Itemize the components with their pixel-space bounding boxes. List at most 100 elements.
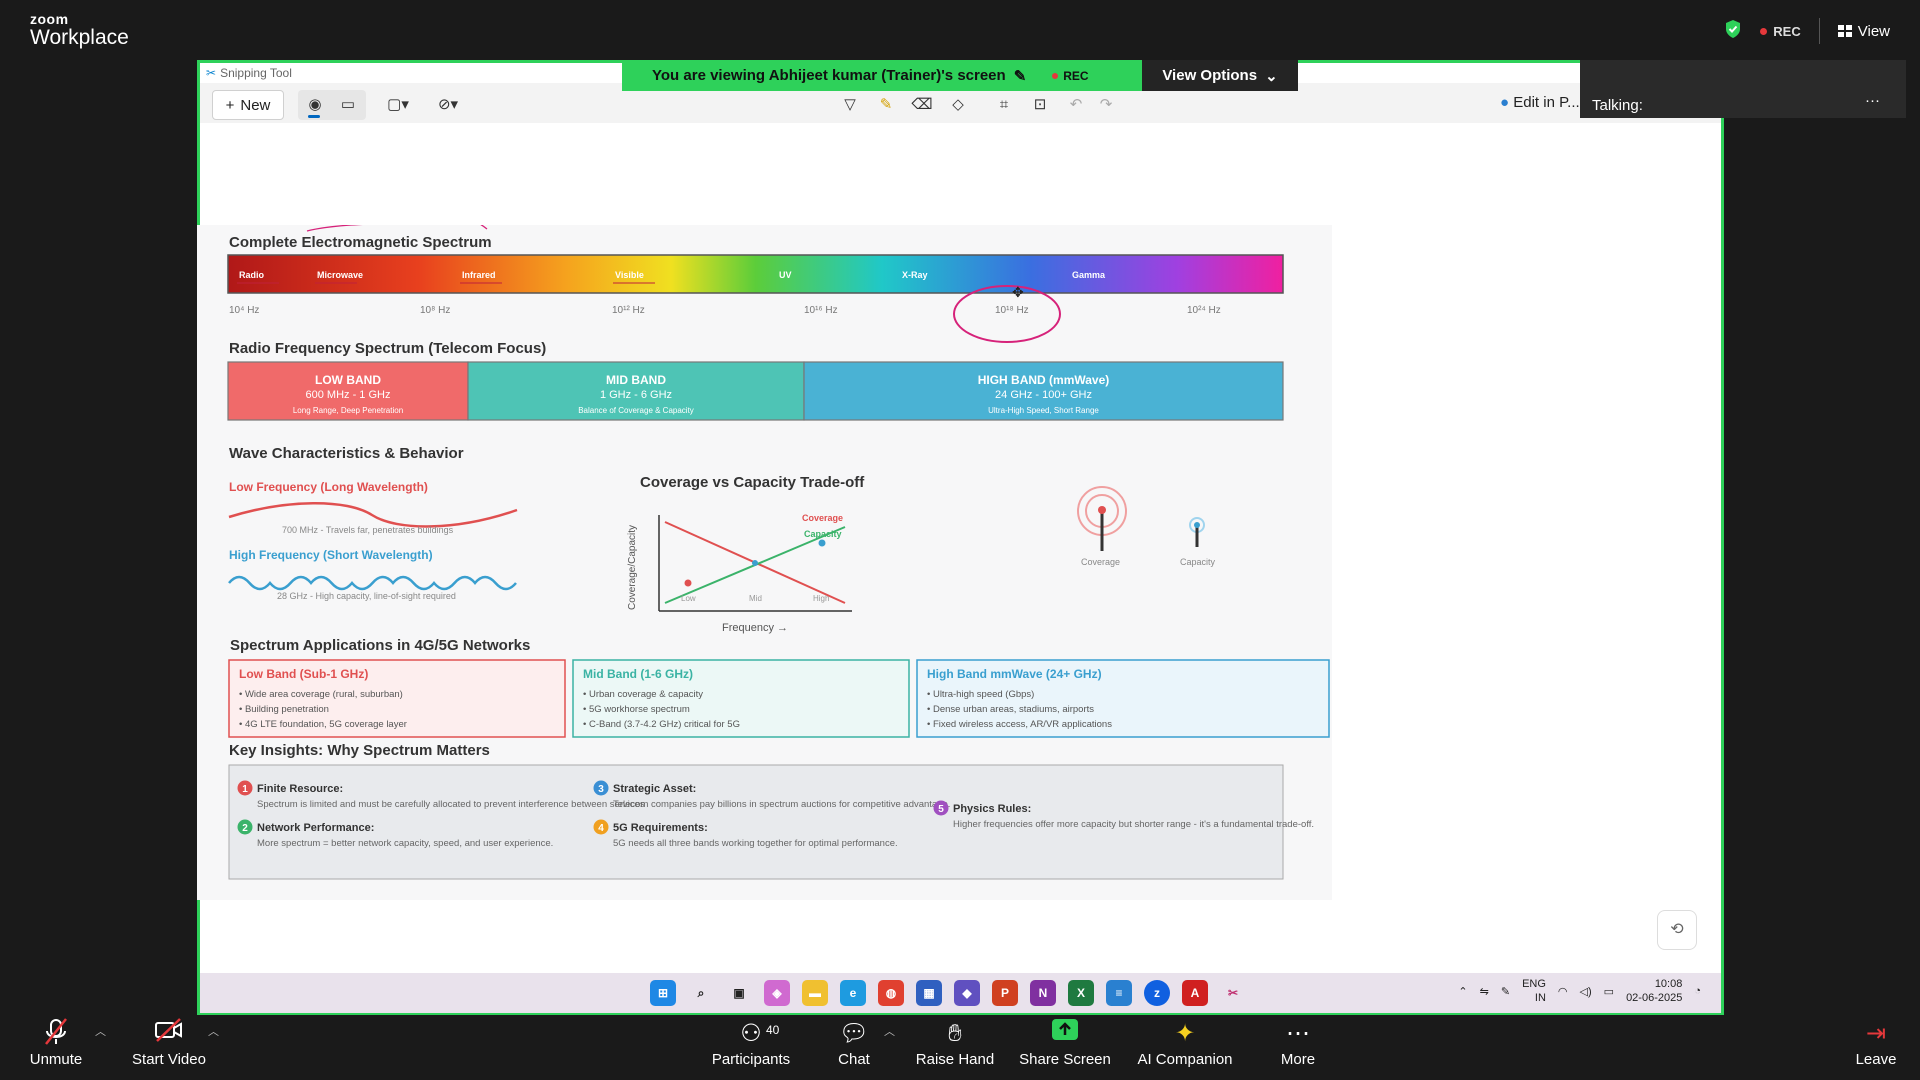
edit-in-paint-button[interactable]: ● Edit in P... [1500, 94, 1580, 111]
notification-bell-icon[interactable]: ◔ [1694, 985, 1701, 997]
crop-icon[interactable]: ⌗ [992, 93, 1016, 117]
pen-icon[interactable]: ✎ [1501, 985, 1510, 998]
unmute-button[interactable]: Unmute [22, 1017, 90, 1077]
network-share-icon[interactable]: ⇋ [1480, 985, 1489, 998]
rf-band-name: HIGH BAND (mmWave) [978, 373, 1110, 387]
recording-indicator[interactable]: REC [1760, 24, 1801, 39]
application-item: • Wide area coverage (rural, suburban) [239, 689, 403, 700]
capacity-point [818, 539, 826, 547]
cursor-icon: ✥ [1012, 284, 1024, 300]
windows-start-icon[interactable]: ⊞ [650, 980, 676, 1006]
insight-text: Higher frequencies offer more capacity b… [953, 819, 1314, 830]
language-indicator[interactable]: ENG IN [1522, 977, 1546, 1005]
file-explorer-icon[interactable]: ▬ [802, 980, 828, 1006]
shapes-icon[interactable]: ◇ [946, 93, 970, 117]
text-actions-icon[interactable]: ⊡ [1028, 93, 1052, 117]
highlighter-icon[interactable]: ✎ [874, 93, 898, 117]
start-video-button[interactable]: Start Video [125, 1017, 213, 1077]
view-button[interactable]: View [1837, 22, 1890, 40]
chat-options-chevron-icon[interactable]: ︿ [884, 1023, 895, 1039]
insight-number: 4 [598, 823, 604, 834]
taskbar-apps: ⊞ ⌕ ▣ ◈ ▬ e ◍ ▦ ◆ P N X ≡ z A ✂ [650, 980, 1246, 1006]
start-video-label: Start Video [132, 1051, 206, 1068]
insights-title: Key Insights: Why Spectrum Matters [229, 742, 490, 759]
rf-spectrum-title: Radio Frequency Spectrum (Telecom Focus) [229, 340, 546, 357]
more-options-icon[interactable]: ··· [1865, 92, 1880, 109]
store-icon[interactable]: ▦ [916, 980, 942, 1006]
em-band-label: Infrared [462, 270, 496, 280]
em-frequency-labels: 10⁴ Hz 10⁸ Hz 10¹² Hz 10¹⁶ Hz 10¹⁸ Hz 10²⁴ Hz [229, 305, 1221, 316]
viewing-banner: You are viewing Abhijeet kumar (Trainer)… [622, 60, 1142, 91]
snipping-tool-taskbar-icon[interactable]: ✂ [1220, 980, 1246, 1006]
annotation-stroke [306, 225, 488, 232]
rf-band-name: MID BAND [606, 373, 666, 387]
high-freq-note: 28 GHz - High capacity, line-of-sight re… [277, 591, 456, 601]
view-options-button[interactable]: View Options ⌄ [1142, 60, 1298, 91]
ballpoint-pen-icon[interactable]: ▽ [838, 93, 862, 117]
rectangle-mode-icon[interactable]: ▢▾ [386, 93, 410, 117]
search-icon[interactable]: ⌕ [688, 980, 714, 1006]
audio-options-chevron-icon[interactable]: ︿ [95, 1023, 106, 1039]
rf-band-boxes: LOW BAND 600 MHz - 1 GHz Long Range, Deep … [227, 361, 1284, 421]
system-tray: ⌃ ⇋ ✎ ENG IN ◠ ◁) ▭ 10:08 02-06-2025 ◔ [1458, 977, 1701, 1005]
slide-canvas: Complete Electromagnetic Spectrum Radio M… [227, 225, 1330, 880]
coverage-point [684, 579, 692, 587]
tick-high: High [813, 594, 829, 603]
redo-icon[interactable]: ↷ [1094, 93, 1118, 117]
copilot-app-icon[interactable]: ◆ [954, 980, 980, 1006]
participants-button[interactable]: ⚇ Participants [708, 1017, 794, 1077]
tradeoff-ylabel: Coverage/Capacity [627, 525, 638, 610]
edge-icon[interactable]: e [840, 980, 866, 1006]
acrobat-icon[interactable]: A [1182, 980, 1208, 1006]
camera-icon[interactable]: ◉ [303, 93, 327, 117]
em-band-label: X-Ray [902, 270, 928, 280]
plus-icon: + [225, 96, 235, 114]
participants-count: 40 [766, 1023, 780, 1037]
low-freq-note: 700 MHz - Travels far, penetrates buildi… [282, 525, 454, 535]
view-label: View [1857, 22, 1890, 40]
timer-off-icon[interactable]: ⊘▾ [436, 93, 460, 117]
chevron-up-icon[interactable]: ⌃ [1458, 985, 1467, 998]
copilot-icon[interactable]: ◈ [764, 980, 790, 1006]
apps-title: Spectrum Applications in 4G/5G Networks [230, 637, 530, 654]
zoom-app-icon[interactable]: z [1144, 980, 1170, 1006]
ai-companion-button[interactable]: ✦ AI Companion [1134, 1017, 1236, 1077]
notepad-icon[interactable]: ≡ [1106, 980, 1132, 1006]
raise-hand-label: Raise Hand [915, 1051, 995, 1068]
slide-document: Complete Electromagnetic Spectrum Radio M… [197, 225, 1332, 900]
talking-label: Talking: [1592, 97, 1643, 114]
snip-helper-button[interactable]: ⟲ [1657, 910, 1697, 950]
clock[interactable]: 10:08 02-06-2025 [1626, 977, 1682, 1005]
tradeoff-title: Coverage vs Capacity Trade-off [640, 474, 865, 491]
application-box-3: High Band mmWave (24+ GHz) • Ultra-high s… [916, 659, 1330, 738]
raise-hand-button[interactable]: ✋︎ Raise Hand [914, 1017, 996, 1077]
onenote-icon[interactable]: N [1030, 980, 1056, 1006]
insight-title: Strategic Asset: [613, 783, 696, 795]
more-button[interactable]: ⋯ More [1270, 1017, 1326, 1077]
leave-button[interactable]: ⇥ Leave [1848, 1017, 1904, 1077]
annotate-icon[interactable]: ✎ [1014, 67, 1027, 85]
rf-band-1: LOW BAND 600 MHz - 1 GHz Long Range, Deep … [227, 361, 469, 421]
video-options-chevron-icon[interactable]: ︿ [208, 1023, 219, 1039]
eraser-icon[interactable]: ⌫ [910, 93, 934, 117]
task-view-icon[interactable]: ▣ [726, 980, 752, 1006]
video-icon[interactable]: ▭ [336, 93, 360, 117]
coverage-series-label: Coverage [802, 513, 843, 523]
leave-label: Leave [1855, 1051, 1897, 1068]
security-shield-icon[interactable] [1724, 19, 1742, 43]
battery-icon[interactable]: ▭ [1604, 985, 1614, 998]
new-snip-button[interactable]: + New [212, 90, 284, 120]
coverage-tower-label: Coverage [1081, 557, 1120, 567]
chat-button[interactable]: 💬︎ Chat [826, 1017, 882, 1077]
volume-icon[interactable]: ◁) [1580, 985, 1592, 998]
participants-label: Participants [711, 1051, 791, 1068]
share-screen-button[interactable]: Share Screen [1018, 1017, 1112, 1077]
wave-title: Wave Characteristics & Behavior [229, 445, 464, 462]
chrome-icon[interactable]: ◍ [878, 980, 904, 1006]
video-off-icon [125, 1017, 213, 1051]
powerpoint-icon[interactable]: P [992, 980, 1018, 1006]
share-screen-label: Share Screen [1019, 1051, 1111, 1068]
undo-icon[interactable]: ↶ [1064, 93, 1088, 117]
wifi-icon[interactable]: ◠ [1558, 985, 1568, 998]
excel-icon[interactable]: X [1068, 980, 1094, 1006]
